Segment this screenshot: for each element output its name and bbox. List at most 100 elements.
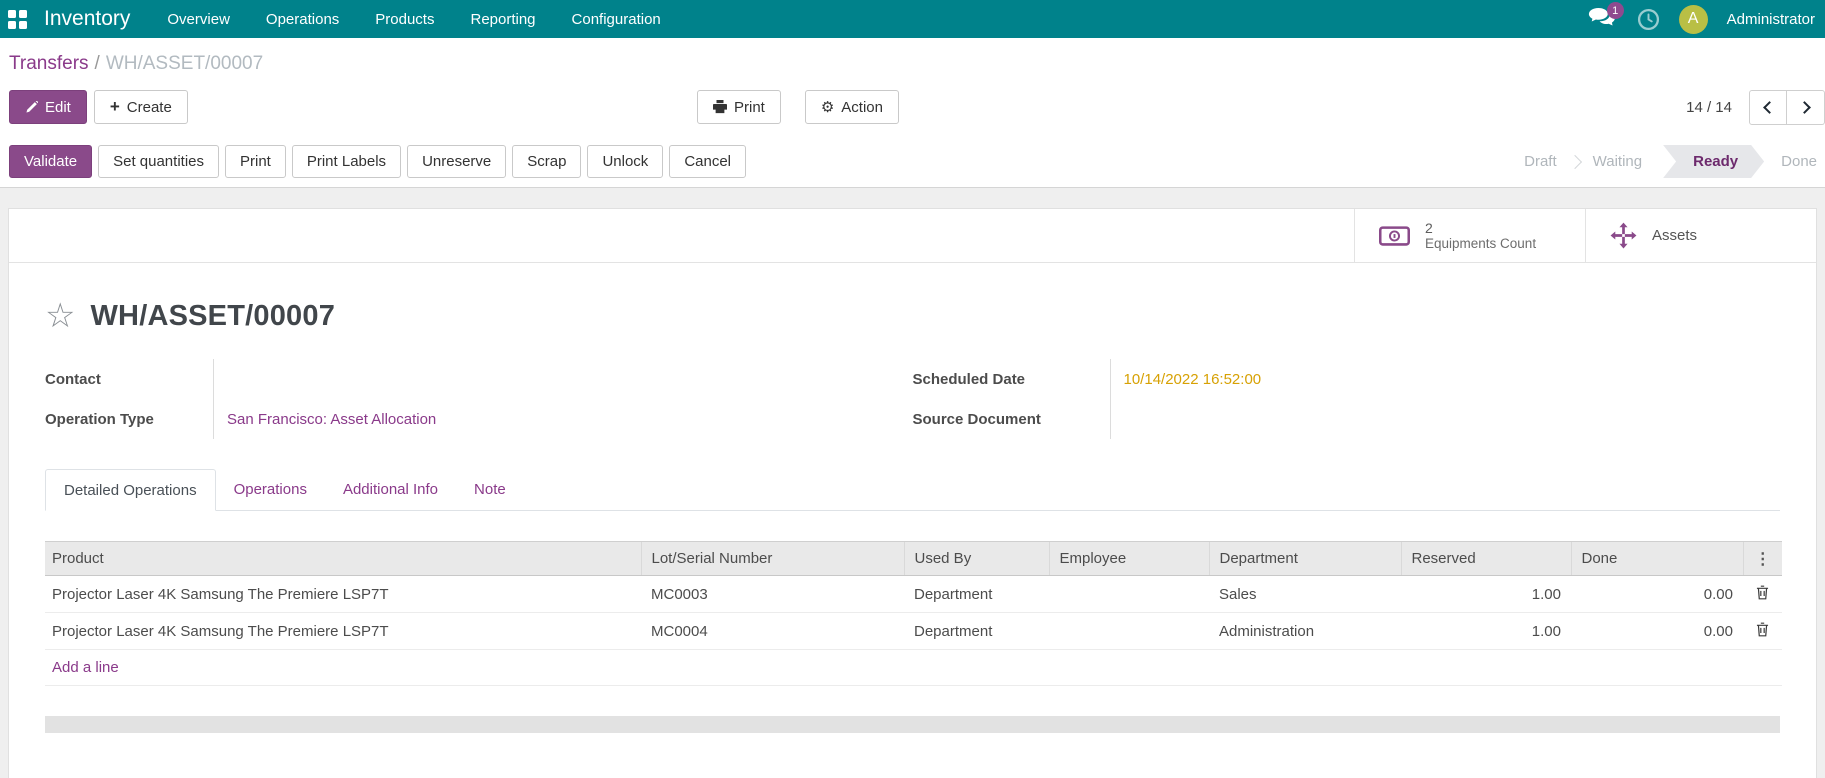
- top-menu: Overview Operations Products Reporting C…: [167, 11, 660, 28]
- state-draft[interactable]: Draft: [1507, 145, 1574, 178]
- cell-reserved[interactable]: 1.00: [1401, 575, 1571, 613]
- cell-lot-serial[interactable]: MC0004: [641, 612, 904, 650]
- cell-done[interactable]: 0.00: [1571, 575, 1743, 613]
- cancel-button[interactable]: Cancel: [669, 145, 747, 178]
- source-document-value: [1109, 399, 1781, 439]
- top-navbar: Inventory Overview Operations Products R…: [0, 0, 1825, 38]
- tab-additional-info[interactable]: Additional Info: [325, 469, 456, 510]
- printer-icon: [713, 100, 727, 114]
- print-operation-button[interactable]: Print: [225, 145, 286, 178]
- col-employee: Employee: [1048, 541, 1209, 576]
- cell-used-by[interactable]: Department: [904, 575, 1049, 613]
- cell-used-by[interactable]: Department: [904, 612, 1049, 650]
- move-arrows-icon: [1610, 222, 1637, 249]
- optional-columns-icon[interactable]: ⋮: [1755, 551, 1771, 568]
- table-header-row: Product Lot/Serial Number Used By Employ…: [45, 541, 1782, 576]
- state-ready[interactable]: Ready: [1663, 145, 1764, 178]
- cell-employee[interactable]: [1049, 612, 1209, 650]
- status-pipeline: Draft Waiting Ready Done: [1507, 145, 1825, 178]
- tab-note[interactable]: Note: [456, 469, 524, 510]
- apps-grid-icon[interactable]: [8, 9, 27, 29]
- menu-configuration[interactable]: Configuration: [572, 11, 661, 28]
- menu-overview[interactable]: Overview: [167, 11, 230, 28]
- cell-product[interactable]: Projector Laser 4K Samsung The Premiere …: [45, 575, 641, 613]
- scrap-button[interactable]: Scrap: [512, 145, 582, 178]
- col-product: Product: [45, 541, 641, 576]
- cell-department[interactable]: Administration: [1209, 612, 1401, 650]
- gear-icon: ⚙: [820, 98, 835, 116]
- unreserve-button[interactable]: Unreserve: [407, 145, 507, 178]
- tab-operations[interactable]: Operations: [216, 469, 325, 510]
- user-avatar[interactable]: A: [1678, 4, 1708, 34]
- statusbar: Validate Set quantities Print Print Labe…: [0, 136, 1825, 188]
- equipments-count-smart-button[interactable]: 2 Equipments Count: [1354, 209, 1585, 262]
- breadcrumb-separator: /: [94, 53, 100, 74]
- record-title: WH/ASSET/00007: [90, 299, 336, 332]
- print-labels-button[interactable]: Print Labels: [291, 145, 402, 178]
- cell-done[interactable]: 0.00: [1571, 612, 1743, 650]
- user-menu[interactable]: Administrator: [1727, 11, 1815, 28]
- contact-value: [213, 359, 913, 399]
- equipments-count-label: Equipments Count: [1425, 235, 1537, 251]
- control-panel-buttons: Edit + Create Print ⚙ Action 14 / 14: [0, 89, 1825, 125]
- pencil-icon: [26, 100, 38, 113]
- assets-label: Assets: [1652, 227, 1698, 244]
- app-brand[interactable]: Inventory: [44, 7, 130, 31]
- menu-reporting[interactable]: Reporting: [470, 11, 535, 28]
- cell-reserved[interactable]: 1.00: [1401, 612, 1571, 650]
- source-document-label: Source Document: [912, 410, 1041, 428]
- navbar-right: 1 A Administrator: [1588, 2, 1815, 34]
- menu-products[interactable]: Products: [375, 11, 434, 28]
- smart-button-box: 2 Equipments Count Assets: [9, 209, 1816, 263]
- unlock-button[interactable]: Unlock: [587, 145, 664, 178]
- favorite-star-icon[interactable]: ☆: [45, 299, 75, 333]
- breadcrumb-current: WH/ASSET/00007: [105, 53, 264, 74]
- messages-button[interactable]: 1: [1588, 2, 1624, 32]
- table-row[interactable]: Projector Laser 4K Samsung The Premiere …: [45, 575, 1782, 613]
- operation-type-value[interactable]: San Francisco: Asset Allocation: [213, 399, 913, 439]
- validate-button[interactable]: Validate: [9, 145, 93, 178]
- plus-icon: +: [109, 97, 120, 116]
- clock-icon: [1637, 8, 1659, 30]
- pager-next-button[interactable]: [1787, 89, 1825, 125]
- add-a-line-link[interactable]: Add a line: [45, 649, 1782, 686]
- edit-button[interactable]: Edit: [9, 90, 87, 124]
- delete-row-icon[interactable]: [1756, 585, 1769, 600]
- field-groups: Contact Operation Type San Francisco: As…: [45, 359, 1780, 439]
- chevron-right-icon: [1797, 100, 1811, 114]
- print-button[interactable]: Print: [697, 90, 781, 124]
- table-row[interactable]: Projector Laser 4K Samsung The Premiere …: [45, 612, 1782, 650]
- control-panel: Transfers / WH/ASSET/00007 Edit + Create P…: [0, 38, 1825, 136]
- cell-employee[interactable]: [1049, 575, 1209, 613]
- cell-lot-serial[interactable]: MC0003: [641, 575, 904, 613]
- col-reserved: Reserved: [1400, 541, 1571, 576]
- pager-text: 14 / 14: [1686, 98, 1732, 116]
- create-button[interactable]: + Create: [93, 90, 188, 124]
- pager-previous-button[interactable]: [1749, 89, 1787, 125]
- contact-label: Contact: [45, 370, 101, 388]
- cell-product[interactable]: Projector Laser 4K Samsung The Premiere …: [45, 612, 641, 650]
- set-quantities-button[interactable]: Set quantities: [98, 145, 219, 178]
- delete-row-icon[interactable]: [1756, 622, 1769, 637]
- form-view: 2 Equipments Count Assets ☆ WH/ASSET/000…: [0, 188, 1825, 778]
- form-sheet: 2 Equipments Count Assets ☆ WH/ASSET/000…: [8, 208, 1817, 778]
- col-department: Department: [1208, 541, 1401, 576]
- chevron-left-icon: [1763, 100, 1776, 114]
- cell-department[interactable]: Sales: [1209, 575, 1401, 613]
- col-lot-serial: Lot/Serial Number: [640, 541, 904, 576]
- assets-smart-button[interactable]: Assets: [1585, 209, 1816, 262]
- tab-detailed-operations[interactable]: Detailed Operations: [45, 469, 216, 511]
- banknote-icon: [1379, 225, 1410, 246]
- action-button[interactable]: ⚙ Action: [804, 90, 899, 124]
- col-done: Done: [1570, 541, 1743, 576]
- state-done[interactable]: Done: [1764, 145, 1825, 178]
- menu-operations[interactable]: Operations: [266, 11, 339, 28]
- col-used-by: Used By: [903, 541, 1049, 576]
- notebook-tabs: Detailed Operations Operations Additiona…: [45, 469, 1780, 511]
- scheduled-date-value: 10/14/2022 16:52:00: [1109, 359, 1781, 399]
- breadcrumb-transfers[interactable]: Transfers: [9, 53, 89, 74]
- scheduled-date-label: Scheduled Date: [912, 370, 1026, 388]
- footer-divider: [45, 716, 1780, 733]
- activity-clock-button[interactable]: [1637, 8, 1660, 31]
- state-waiting[interactable]: Waiting: [1576, 145, 1659, 178]
